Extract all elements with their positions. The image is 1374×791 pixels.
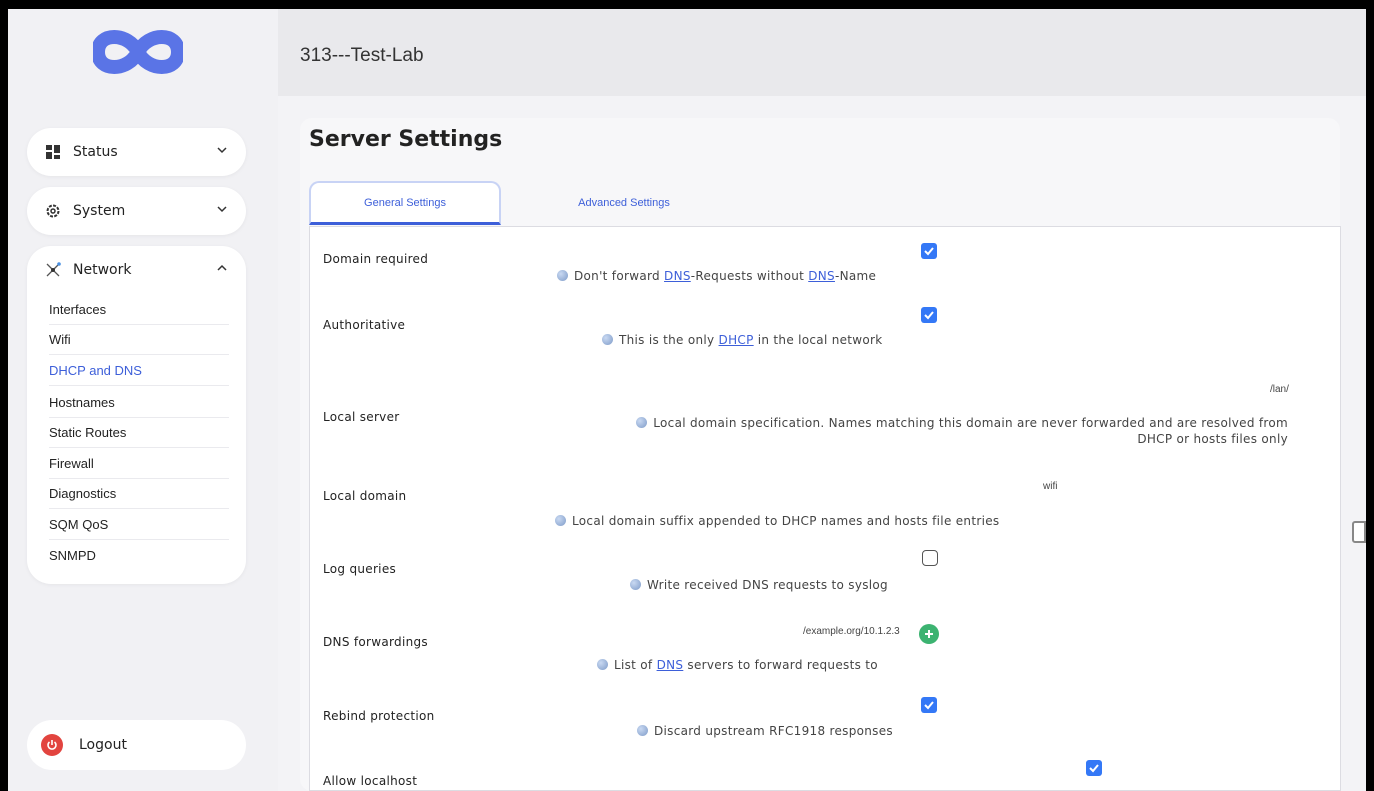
system-menu-card: System [27, 187, 246, 235]
window-frame-left [0, 0, 8, 791]
log-queries-label: Log queries [323, 562, 397, 576]
sidebar-item-sqm-qos[interactable]: SQM QoS [49, 510, 229, 540]
sidebar-item-firewall[interactable]: Firewall [49, 449, 229, 479]
menu-system-label: System [73, 203, 126, 219]
dns-forwarding-input[interactable]: /example.org/10.1.2.3 [803, 626, 900, 637]
checkmark-icon [924, 701, 934, 710]
tab-general-settings[interactable]: General Settings [309, 181, 501, 225]
authoritative-label: Authoritative [323, 318, 406, 332]
dns-link[interactable]: DNS [808, 269, 835, 283]
rebind-protection-checkbox[interactable] [921, 697, 937, 713]
checkmark-icon [924, 311, 934, 320]
checkmark-icon [1089, 764, 1099, 773]
sidebar-item-diagnostics[interactable]: Diagnostics [49, 479, 229, 509]
plus-icon [925, 630, 933, 638]
logout-button[interactable]: Logout [27, 720, 246, 770]
help-text: List of [614, 658, 657, 672]
info-icon [630, 579, 641, 590]
domain-required-label: Domain required [323, 252, 429, 266]
rebind-protection-label: Rebind protection [323, 709, 435, 723]
chevron-up-icon [217, 264, 227, 271]
window-frame-top [0, 0, 1374, 9]
local-server-label: Local server [323, 410, 400, 424]
infinity-logo[interactable] [93, 27, 183, 77]
info-icon [602, 334, 613, 345]
help-text: Don't forward [574, 269, 665, 283]
authoritative-help: This is the only DHCP in the local netwo… [602, 333, 883, 347]
gear-icon [45, 203, 61, 219]
allow-localhost-checkbox[interactable] [1086, 760, 1102, 776]
sidebar-item-wifi[interactable]: Wifi [49, 325, 229, 355]
info-icon [637, 725, 648, 736]
info-icon [555, 515, 566, 526]
dns-link[interactable]: DNS [657, 658, 684, 672]
authoritative-checkbox[interactable] [921, 307, 937, 323]
info-icon [597, 659, 608, 670]
dhcp-link[interactable]: DHCP [719, 333, 754, 347]
dns-forwardings-help: List of DNS servers to forward requests … [597, 658, 878, 672]
add-forwarding-button[interactable] [919, 624, 939, 644]
sidebar-item-dhcp-and-dns[interactable]: DHCP and DNS [49, 356, 229, 386]
menu-system[interactable]: System [27, 187, 246, 235]
help-text: -Requests without [690, 269, 809, 283]
local-domain-input[interactable]: wifi [1043, 481, 1057, 492]
help-text: Local domain specification. Names matchi… [653, 416, 1288, 430]
local-server-input[interactable]: /lan/ [1270, 384, 1289, 395]
sidebar-item-hostnames[interactable]: Hostnames [49, 388, 229, 418]
info-icon [557, 270, 568, 281]
help-text: Local domain suffix appended to DHCP nam… [572, 514, 1000, 528]
menu-network-label: Network [73, 262, 132, 278]
tab-advanced-settings[interactable]: Advanced Settings [528, 181, 720, 225]
status-menu-card: Status [27, 128, 246, 176]
allow-localhost-label: Allow localhost [323, 774, 418, 788]
domain-required-help: Don't forward DNS-Requests without DNS-N… [557, 269, 876, 283]
help-text: in the local network [753, 333, 883, 347]
top-bar: 313---Test-Lab [278, 9, 1366, 96]
help-text: DHCP or hosts files only [1137, 432, 1288, 446]
sidebar-item-interfaces[interactable]: Interfaces [49, 295, 229, 325]
menu-status[interactable]: Status [27, 128, 246, 176]
log-queries-help: Write received DNS requests to syslog [630, 578, 888, 592]
power-icon [41, 734, 63, 756]
chevron-down-icon [217, 206, 227, 213]
dashboard-icon [45, 144, 61, 160]
dns-link[interactable]: DNS [664, 269, 691, 283]
sidebar-item-snmpd[interactable]: SNMPD [49, 541, 229, 571]
help-text: -Name [834, 269, 877, 283]
help-text: Discard upstream RFC1918 responses [654, 724, 893, 738]
domain-required-checkbox[interactable] [921, 243, 937, 259]
checkmark-icon [924, 247, 934, 256]
log-queries-checkbox[interactable] [922, 550, 938, 566]
local-domain-help: Local domain suffix appended to DHCP nam… [555, 514, 999, 528]
logout-label: Logout [79, 737, 127, 753]
device-title: 313---Test-Lab [300, 45, 424, 66]
menu-network[interactable]: Network [27, 246, 246, 294]
side-panel-handle[interactable] [1352, 521, 1366, 543]
sidebar-item-static-routes[interactable]: Static Routes [49, 418, 229, 448]
window-frame-right [1366, 0, 1374, 791]
menu-status-label: Status [73, 144, 118, 160]
info-icon [636, 417, 648, 428]
local-domain-label: Local domain [323, 489, 407, 503]
network-icon [45, 262, 61, 278]
chevron-down-icon [217, 147, 227, 154]
settings-form [309, 226, 1341, 791]
help-text: servers to forward requests to [683, 658, 878, 672]
page-title: Server Settings [309, 127, 503, 152]
rebind-protection-help: Discard upstream RFC1918 responses [637, 724, 893, 738]
help-text: This is the only [619, 333, 719, 347]
help-text: Write received DNS requests to syslog [647, 578, 888, 592]
dns-forwardings-label: DNS forwardings [323, 635, 428, 649]
local-server-help: Local domain specification. Names matchi… [560, 416, 1288, 446]
